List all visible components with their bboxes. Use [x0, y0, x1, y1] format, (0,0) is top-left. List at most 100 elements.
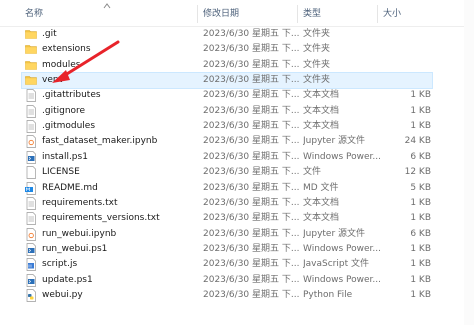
- file-name: webui.py: [42, 289, 83, 300]
- folder-icon: [25, 43, 37, 56]
- file-row[interactable]: requirements_versions.txt 2023/6/30 星期五 下…: [22, 211, 432, 226]
- file-row[interactable]: webui.py 2023/6/30 星期五 下... Python File 1 K…: [22, 288, 432, 303]
- file-type: JavaScript 文件: [303, 259, 369, 270]
- file-name: .gitattributes: [42, 90, 101, 101]
- file-name: LICENSE: [42, 167, 80, 178]
- powershell-file-icon: [25, 273, 37, 287]
- python-file-icon: [25, 289, 37, 302]
- file-row[interactable]: requirements.txt 2023/6/30 星期五 下... 文本文档 1 …: [22, 196, 432, 211]
- notebook-file-icon: [25, 227, 37, 241]
- file-row[interactable]: modules 2023/6/30 星期五 下... 文件夹: [22, 58, 432, 73]
- file-modified-date: 2023/6/30 星期五 下...: [203, 59, 300, 70]
- file-size: 1 KB: [410, 259, 431, 270]
- sort-ascending-icon[interactable]: [103, 3, 111, 9]
- file-name: README.md: [42, 182, 98, 193]
- file-row[interactable]: .gitmodules 2023/6/30 星期五 下... 文本文档 1 KB: [22, 119, 432, 134]
- file-name: run_webui.ipynb: [42, 228, 117, 239]
- file-row[interactable]: run_webui.ps1 2023/6/30 星期五 下... Windows P…: [22, 242, 432, 257]
- file-row[interactable]: LICENSE 2023/6/30 星期五 下... 文件 12 KB: [22, 165, 432, 180]
- file-row[interactable]: venv 2023/6/30 星期五 下... 文件夹: [21, 72, 433, 90]
- javascript-file-icon: [25, 258, 37, 272]
- file-name: .gitignore: [42, 105, 86, 116]
- file-row[interactable]: install.ps1 2023/6/30 星期五 下... Windows Pow…: [22, 150, 432, 165]
- file-modified-date: 2023/6/30 星期五 下...: [203, 151, 300, 162]
- text-file-icon: [25, 89, 37, 103]
- file-modified-date: 2023/6/30 星期五 下...: [203, 289, 300, 300]
- file-type: 文件夹: [303, 75, 331, 86]
- file-type: Windows Power...: [303, 243, 381, 254]
- column-header-name[interactable]: 名称: [25, 8, 43, 20]
- file-type: Jupyter 源文件: [303, 136, 366, 147]
- file-row[interactable]: run_webui.ipynb 2023/6/30 星期五 下... Jupyter…: [22, 227, 432, 242]
- powershell-file-icon: [25, 150, 37, 164]
- folder-icon: [25, 59, 37, 72]
- file-modified-date: 2023/6/30 星期五 下...: [203, 167, 300, 178]
- file-name: .git: [42, 29, 57, 39]
- column-divider[interactable]: [297, 5, 298, 23]
- folder-icon: [25, 74, 37, 87]
- file-name: fast_dataset_maker.ipynb: [42, 136, 158, 147]
- text-file-icon: [25, 104, 37, 118]
- column-header-size[interactable]: 大小: [383, 8, 401, 20]
- file-type: Jupyter 源文件: [303, 228, 366, 239]
- column-header-date[interactable]: 修改日期: [203, 8, 239, 20]
- file-name: venv: [42, 75, 64, 86]
- file-type: 文件夹: [303, 59, 331, 70]
- file-modified-date: 2023/6/30 星期五 下...: [203, 228, 300, 239]
- file-row[interactable]: script.js 2023/6/30 星期五 下... JavaScript 文件…: [22, 257, 432, 272]
- file-name: install.ps1: [42, 151, 88, 162]
- file-row[interactable]: .gitignore 2023/6/30 星期五 下... 文本文档 1 KB: [22, 104, 432, 119]
- file-type: 文本文档: [303, 105, 340, 116]
- file-type: 文本文档: [303, 90, 340, 101]
- file-row[interactable]: .git 2023/6/30 星期五 下... 文件夹: [22, 27, 432, 42]
- file-row[interactable]: fast_dataset_maker.ipynb 2023/6/30 星期五 下.…: [22, 134, 432, 149]
- file-name: script.js: [42, 259, 78, 270]
- file-size: 6 KB: [410, 228, 431, 239]
- powershell-file-icon: [25, 243, 37, 256]
- file-name: modules: [42, 59, 81, 70]
- nav-pane-edge: [0, 27, 22, 325]
- file-size: 1 KB: [410, 121, 431, 132]
- file-size: 24 KB: [404, 136, 431, 147]
- file-size: 1 KB: [410, 274, 431, 285]
- file-modified-date: 2023/6/30 星期五 下...: [203, 29, 300, 39]
- blank-file-icon: [25, 166, 37, 179]
- file-name: .gitmodules: [42, 121, 96, 132]
- file-modified-date: 2023/6/30 星期五 下...: [203, 243, 300, 254]
- file-modified-date: 2023/6/30 星期五 下...: [203, 121, 300, 132]
- file-row[interactable]: README.md 2023/6/30 星期五 下... MD 文件 5 KB: [22, 181, 432, 196]
- vertical-scrollbar[interactable]: [464, 0, 474, 325]
- folder-icon: [25, 28, 37, 41]
- file-row[interactable]: update.ps1 2023/6/30 星期五 下... Windows Powe…: [22, 273, 432, 288]
- file-type: MD 文件: [303, 182, 339, 193]
- file-size: 1 KB: [410, 105, 431, 116]
- column-divider[interactable]: [197, 5, 198, 23]
- file-modified-date: 2023/6/30 星期五 下...: [203, 182, 300, 193]
- file-type: 文本文档: [303, 121, 340, 132]
- notebook-file-icon: [25, 135, 37, 149]
- file-name: requirements.txt: [42, 197, 118, 208]
- file-size: 1 KB: [410, 90, 431, 101]
- file-name: requirements_versions.txt: [42, 213, 160, 224]
- column-divider[interactable]: [377, 5, 378, 23]
- file-size: 5 KB: [410, 182, 431, 193]
- file-size: 1 KB: [410, 243, 431, 254]
- column-header-type[interactable]: 类型: [303, 8, 321, 20]
- file-modified-date: 2023/6/30 星期五 下...: [203, 259, 300, 270]
- file-modified-date: 2023/6/30 星期五 下...: [203, 197, 300, 208]
- text-file-icon: [25, 196, 37, 210]
- file-type: 文本文档: [303, 213, 340, 224]
- file-type: 文本文档: [303, 197, 340, 208]
- file-size: 1 KB: [410, 197, 431, 208]
- file-type: Windows Power...: [303, 151, 381, 162]
- file-modified-date: 2023/6/30 星期五 下...: [203, 213, 300, 224]
- text-file-icon: [25, 120, 37, 133]
- file-row[interactable]: .gitattributes 2023/6/30 星期五 下... 文本文档 1 KB: [22, 88, 432, 103]
- file-name: run_webui.ps1: [42, 243, 108, 254]
- file-modified-date: 2023/6/30 星期五 下...: [203, 75, 300, 86]
- file-type: Python File: [303, 289, 353, 300]
- file-size: 1 KB: [410, 289, 431, 300]
- file-modified-date: 2023/6/30 星期五 下...: [203, 274, 300, 285]
- file-row[interactable]: extensions 2023/6/30 星期五 下... 文件夹: [22, 42, 432, 57]
- file-name: update.ps1: [42, 274, 93, 285]
